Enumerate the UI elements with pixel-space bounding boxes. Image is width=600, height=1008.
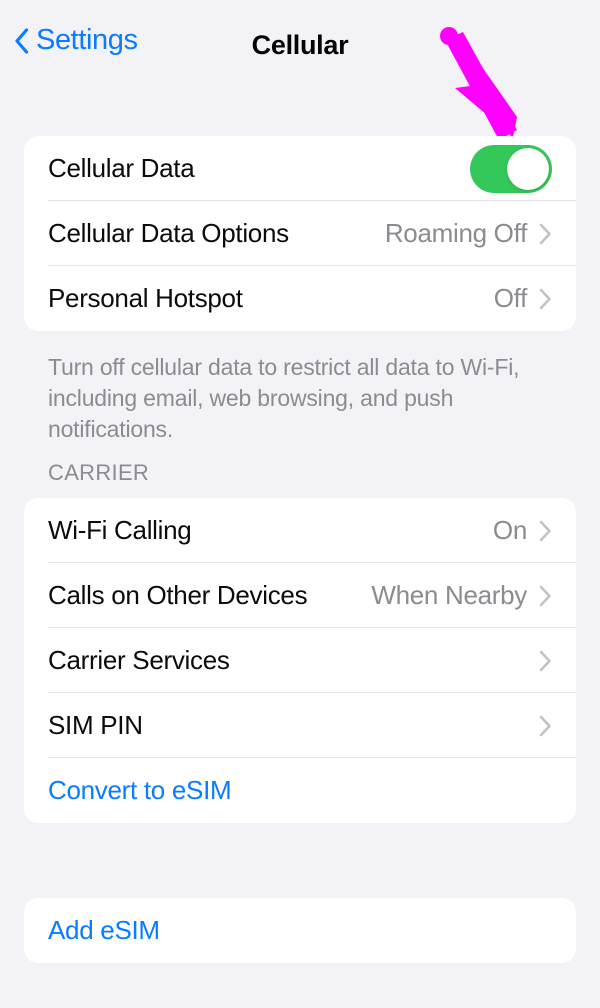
row-sim-pin[interactable]: SIM PIN bbox=[24, 693, 576, 758]
row-personal-hotspot[interactable]: Personal Hotspot Off bbox=[24, 266, 576, 331]
row-wifi-calling[interactable]: Wi-Fi Calling On bbox=[24, 498, 576, 563]
row-label: Cellular Data bbox=[48, 153, 195, 183]
toggle-knob bbox=[507, 147, 549, 190]
chevron-right-icon bbox=[539, 585, 552, 607]
row-label: Add eSIM bbox=[48, 915, 160, 945]
row-label: Personal Hotspot bbox=[48, 283, 243, 313]
row-value: On bbox=[492, 515, 527, 545]
row-convert-to-esim[interactable]: Convert to eSIM bbox=[24, 758, 576, 823]
row-label: Carrier Services bbox=[48, 645, 230, 675]
row-value: When Nearby bbox=[371, 580, 527, 610]
chevron-right-icon bbox=[539, 650, 552, 672]
row-accessory: When Nearby bbox=[371, 580, 552, 611]
cellular-data-group: Cellular Data Cellular Data Options Roam… bbox=[24, 136, 576, 331]
row-label: SIM PIN bbox=[48, 710, 143, 740]
row-value: Off bbox=[493, 283, 528, 313]
row-carrier-services[interactable]: Carrier Services bbox=[24, 628, 576, 693]
row-label: Cellular Data Options bbox=[48, 218, 289, 248]
row-calls-on-other-devices[interactable]: Calls on Other Devices When Nearby bbox=[24, 563, 576, 628]
row-accessory bbox=[539, 650, 552, 672]
cellular-data-footer-note: Turn off cellular data to restrict all d… bbox=[48, 354, 520, 442]
chevron-right-icon bbox=[539, 288, 552, 310]
row-label: Convert to eSIM bbox=[48, 775, 232, 805]
row-accessory: On bbox=[493, 515, 552, 546]
chevron-right-icon bbox=[539, 223, 552, 245]
add-esim-group: Add eSIM bbox=[24, 898, 576, 963]
cellular-settings-screen: Settings Cellular Cellular Data Cellular… bbox=[0, 0, 600, 1008]
cellular-data-toggle[interactable] bbox=[470, 144, 552, 193]
row-add-esim[interactable]: Add eSIM bbox=[24, 898, 576, 963]
chevron-right-icon bbox=[539, 715, 552, 737]
row-label: Calls on Other Devices bbox=[48, 580, 308, 610]
row-label: Wi-Fi Calling bbox=[48, 515, 192, 545]
row-value: Roaming Off bbox=[384, 218, 527, 248]
chevron-right-icon bbox=[539, 520, 552, 542]
row-cellular-data[interactable]: Cellular Data bbox=[24, 136, 576, 201]
carrier-group: Wi-Fi Calling On Calls on Other Devices … bbox=[24, 498, 576, 823]
navigation-bar: Settings Cellular bbox=[0, 0, 600, 96]
row-accessory: Off bbox=[494, 283, 552, 314]
row-accessory bbox=[470, 144, 552, 193]
row-accessory: Roaming Off bbox=[385, 218, 552, 249]
row-accessory bbox=[539, 715, 552, 737]
row-cellular-data-options[interactable]: Cellular Data Options Roaming Off bbox=[24, 201, 576, 266]
carrier-section-header: CARRIER bbox=[48, 460, 150, 485]
page-title: Cellular bbox=[251, 30, 349, 60]
